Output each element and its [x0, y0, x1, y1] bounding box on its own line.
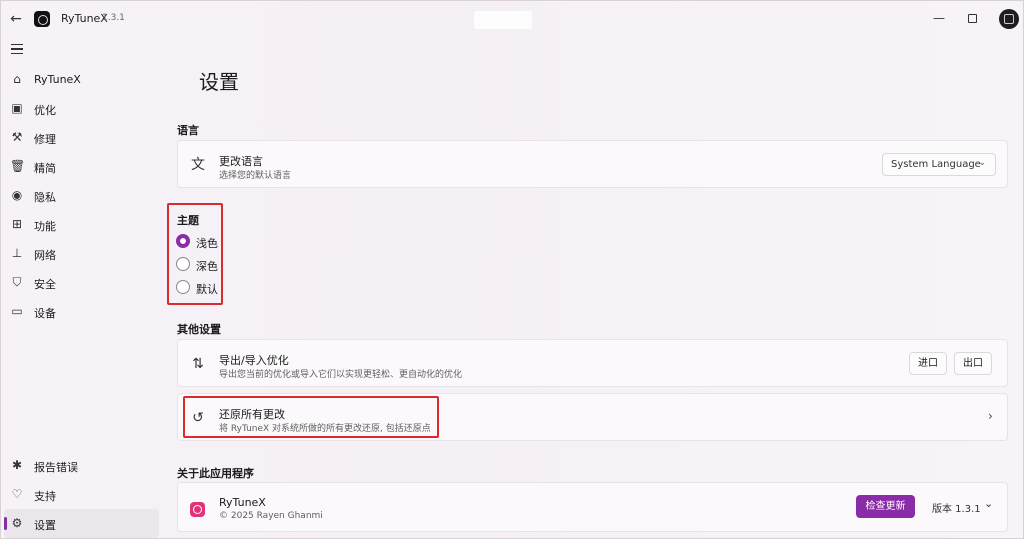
- sidebar-item-label: 设置: [34, 519, 56, 532]
- sidebar-item-repair[interactable]: ⚒ 修理: [4, 123, 159, 152]
- arrows-up-down-icon: ⇅: [192, 356, 204, 372]
- translate-icon: 文: [191, 157, 205, 173]
- section-title-language: 语言: [177, 124, 199, 137]
- wrench-icon: ⚒: [11, 130, 23, 144]
- sidebar-item-features[interactable]: ⊞ 功能: [4, 210, 159, 239]
- sidebar-item-support[interactable]: ♡ 支持: [4, 480, 159, 509]
- sidebar-footer: ✱ 报告错误 ♡ 支持 ⚙ 设置: [1, 451, 161, 538]
- minimize-icon: —: [933, 11, 945, 25]
- sidebar-item-label: 设备: [34, 307, 56, 320]
- hamburger-menu-button[interactable]: [11, 44, 23, 55]
- about-copyright: © 2025 Rayen Ghanmi: [219, 511, 323, 521]
- sidebar-item-label: 功能: [34, 220, 56, 233]
- check-update-button[interactable]: 检查更新: [856, 495, 915, 518]
- import-button[interactable]: 进口: [909, 352, 947, 375]
- blurred-region: [474, 11, 532, 29]
- app-window: ← RyTuneX 1.3.1 — ⌂ RyTuneX ▣ 优化 ⚒ 修理 🗑 …: [0, 0, 1024, 539]
- sidebar-item-label: 支持: [34, 490, 56, 503]
- sidebar-nav: ⌂ RyTuneX ▣ 优化 ⚒ 修理 🗑 精简 ◉ 隐私 ⊞ 功能 ⊥ 网络 …: [1, 65, 161, 326]
- radio-button[interactable]: [176, 234, 190, 248]
- radio-label: 浅色: [196, 237, 218, 250]
- radio-label: 深色: [196, 260, 218, 273]
- apps-icon: ⊞: [11, 217, 23, 231]
- highlight-box-revert: [183, 396, 439, 438]
- sidebar-item-debloat[interactable]: 🗑 精简: [4, 152, 159, 181]
- app-title: RyTuneX: [61, 12, 108, 25]
- radio-button[interactable]: [176, 280, 190, 294]
- chevron-down-icon: ⌄: [978, 158, 986, 168]
- gear-icon: ⚙: [11, 516, 23, 530]
- sidebar-item-report-bug[interactable]: ✱ 报告错误: [4, 451, 159, 480]
- gift-icon: ♡: [11, 487, 23, 501]
- sidebar-item-label: 安全: [34, 278, 56, 291]
- sidebar-item-privacy[interactable]: ◉ 隐私: [4, 181, 159, 210]
- app-version: 1.3.1: [102, 13, 125, 23]
- title-bar: ← RyTuneX 1.3.1 —: [1, 1, 1023, 37]
- about-app-name: RyTuneX: [219, 496, 266, 509]
- sidebar-item-optimize[interactable]: ▣ 优化: [4, 94, 159, 123]
- sidebar-item-label: RyTuneX: [34, 73, 81, 86]
- radio-button[interactable]: [176, 257, 190, 271]
- chevron-down-icon: ⌄: [984, 497, 994, 510]
- sidebar-item-label: 精简: [34, 162, 56, 175]
- language-select[interactable]: System Language ⌄: [882, 153, 996, 176]
- sidebar-item-network[interactable]: ⊥ 网络: [4, 239, 159, 268]
- language-card: 文 更改语言 选择您的默认语言 System Language ⌄: [177, 140, 1008, 188]
- sidebar-item-label: 网络: [34, 249, 56, 262]
- sidebar-item-settings[interactable]: ⚙ 设置: [4, 509, 159, 538]
- section-title-about: 关于此应用程序: [177, 467, 254, 480]
- expand-chevron-button[interactable]: ⌄: [984, 497, 993, 510]
- language-desc: 选择您的默认语言: [219, 171, 292, 181]
- back-button[interactable]: ←: [7, 10, 25, 28]
- language-title: 更改语言: [219, 155, 263, 168]
- laptop-icon: ▭: [11, 304, 23, 318]
- rytunex-logo-icon: [190, 502, 205, 517]
- version-label: 版本 1.3.1: [932, 504, 981, 515]
- section-title-other: 其他设置: [177, 323, 221, 336]
- chevron-right-icon: ›: [988, 409, 993, 423]
- close-button[interactable]: [999, 9, 1019, 29]
- shield-icon: ⛉: [12, 275, 22, 289]
- export-import-card: ⇅ 导出/导入优化 导出您当前的优化或导入它们以实现更轻松、更自动化的优化 进口…: [177, 339, 1008, 387]
- bug-icon: ✱: [11, 458, 23, 472]
- maximize-button[interactable]: [968, 14, 977, 23]
- sidebar-item-home[interactable]: ⌂ RyTuneX: [4, 65, 159, 94]
- sidebar-item-label: 隐私: [34, 191, 56, 204]
- sidebar-item-security[interactable]: ⛉ 安全: [4, 268, 159, 297]
- sidebar-item-label: 报告错误: [34, 461, 78, 474]
- page-title: 设置: [199, 70, 239, 94]
- sidebar-item-device[interactable]: ▭ 设备: [4, 297, 159, 326]
- trash-icon: 🗑: [10, 159, 26, 173]
- export-import-desc: 导出您当前的优化或导入它们以实现更轻松、更自动化的优化: [219, 370, 463, 380]
- arrow-left-icon: ←: [10, 11, 22, 27]
- dashboard-icon: ▣: [11, 101, 23, 115]
- minimize-button[interactable]: —: [931, 9, 947, 27]
- section-title-theme: 主题: [177, 214, 199, 227]
- radio-label: 默认: [196, 283, 218, 296]
- export-button[interactable]: 出口: [954, 352, 992, 375]
- export-import-title: 导出/导入优化: [219, 354, 289, 367]
- network-icon: ⊥: [11, 246, 23, 260]
- sidebar-item-label: 修理: [34, 133, 56, 146]
- app-logo-icon: [34, 11, 50, 27]
- eye-icon: ◉: [11, 188, 23, 202]
- about-card: RyTuneX © 2025 Rayen Ghanmi 检查更新 版本 1.3.…: [177, 482, 1008, 532]
- language-select-value: System Language: [891, 159, 981, 170]
- home-icon: ⌂: [13, 72, 21, 86]
- sidebar-item-label: 优化: [34, 104, 56, 117]
